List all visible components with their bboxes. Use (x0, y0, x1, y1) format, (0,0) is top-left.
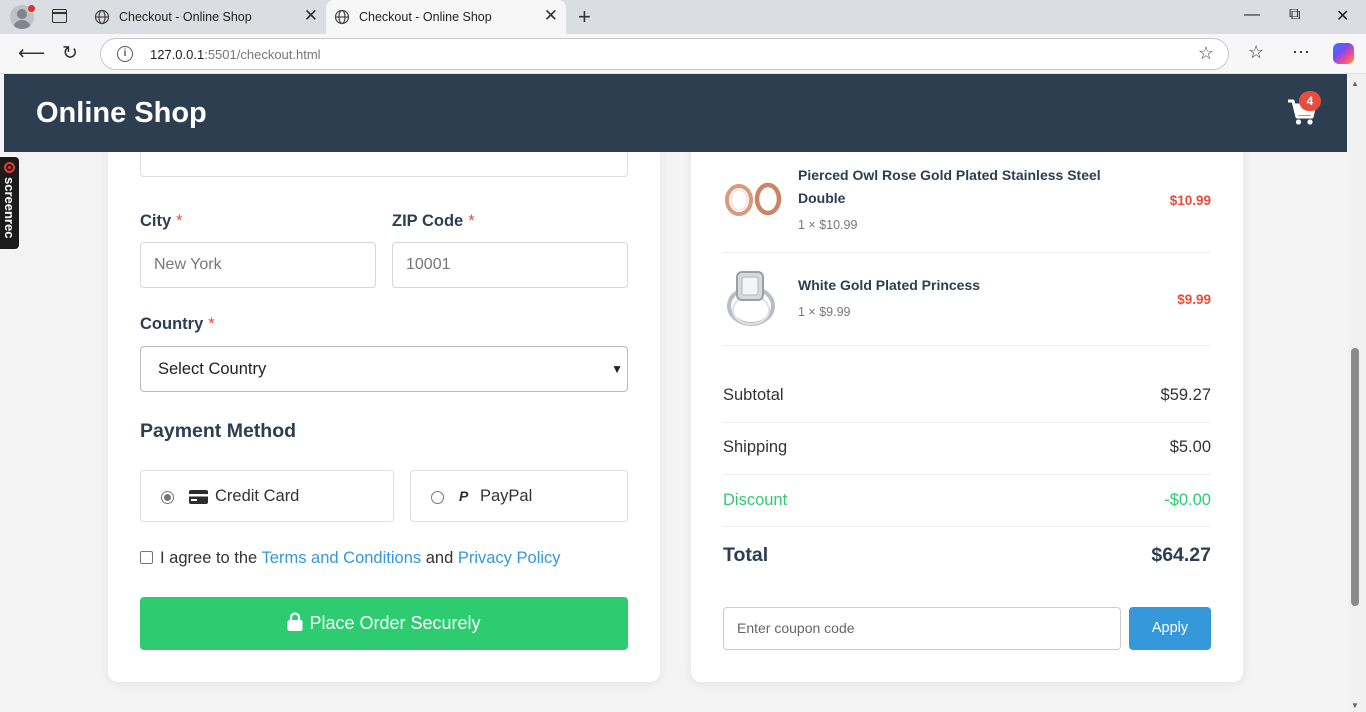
notification-dot (28, 5, 35, 12)
zip-label: ZIP Code * (392, 212, 475, 230)
cart-item-qty: 1 × $9.99 (798, 305, 851, 319)
zip-input[interactable]: 10001 (392, 242, 628, 288)
privacy-link[interactable]: Privacy Policy (458, 549, 561, 567)
more-menu-icon[interactable]: ⋯ (1292, 42, 1310, 63)
cart-item-qty: 1 × $10.99 (798, 218, 858, 232)
country-label: Country * (140, 315, 215, 333)
globe-icon (94, 9, 110, 25)
credit-card-label: Credit Card (215, 487, 300, 505)
scroll-up-icon[interactable]: ▲ (1351, 79, 1359, 88)
agree-checkbox[interactable] (140, 551, 153, 564)
favorites-icon[interactable]: ☆ (1248, 42, 1264, 63)
divider (723, 422, 1211, 423)
close-tab-icon[interactable]: ✕ (304, 6, 318, 26)
url-field[interactable]: i 127.0.0.1:5501/checkout.html ☆ (100, 38, 1229, 70)
cart-item: Pierced Owl Rose Gold Plated Stainless S… (723, 164, 1211, 236)
paypal-label: PayPal (480, 487, 533, 505)
product-image (725, 182, 782, 216)
coupon-input[interactable]: Enter coupon code (723, 607, 1121, 650)
divider (723, 252, 1211, 253)
divider (723, 526, 1211, 527)
country-select-value: Select Country (158, 360, 267, 378)
globe-icon (334, 9, 350, 25)
discount-label: Discount (723, 491, 788, 509)
terms-link[interactable]: Terms and Conditions (262, 549, 422, 567)
discount-value: -$0.00 (1164, 491, 1211, 509)
paypal-radio[interactable] (431, 491, 444, 504)
close-tab-icon[interactable]: ✕ (544, 6, 558, 26)
url-text: 127.0.0.1:5501/checkout.html (150, 47, 321, 62)
cart-item-price: $10.99 (1169, 193, 1211, 208)
browser-tab-bar: Checkout - Online Shop ✕ Checkout - Onli… (0, 0, 1366, 34)
shipping-value: $5.00 (1169, 438, 1211, 456)
site-header: Online Shop 4 (4, 74, 1347, 152)
minimize-icon[interactable]: — (1244, 6, 1260, 24)
tab-actions-icon[interactable] (52, 9, 67, 23)
payment-option-paypal[interactable]: P PayPal (410, 470, 628, 522)
chevron-down-icon: ▼ (611, 362, 623, 376)
browser-tab-2[interactable]: Checkout - Online Shop ✕ (326, 0, 566, 34)
screenrec-label: screenrec (2, 177, 17, 239)
payment-option-credit-card[interactable]: Credit Card (140, 470, 394, 522)
total-label: Total (723, 544, 769, 566)
agree-terms-row: I agree to the Terms and Conditions and … (140, 549, 561, 568)
discount-row: Discount -$0.00 (723, 491, 1211, 510)
cart-count-badge: 4 (1299, 91, 1321, 111)
scrollbar-thumb[interactable] (1351, 348, 1359, 606)
new-tab-icon[interactable]: + (578, 4, 591, 30)
credit-card-radio[interactable] (161, 491, 174, 504)
subtotal-row: Subtotal $59.27 (723, 386, 1211, 405)
address-bar: ⟵ ↻ i 127.0.0.1:5501/checkout.html ☆ ☆ ⋯ (0, 34, 1366, 74)
copilot-icon[interactable] (1333, 43, 1354, 64)
place-order-button[interactable]: Place Order Securely (140, 597, 628, 650)
site-info-icon[interactable]: i (117, 46, 133, 62)
total-value: $64.27 (1151, 544, 1211, 566)
tab-title: Checkout - Online Shop (119, 10, 252, 24)
screenrec-widget[interactable]: screenrec (0, 157, 19, 249)
product-image (727, 271, 775, 326)
record-icon (4, 162, 15, 173)
tab-title: Checkout - Online Shop (359, 10, 492, 24)
scroll-down-icon[interactable]: ▼ (1351, 701, 1359, 710)
reload-icon[interactable]: ↻ (62, 42, 78, 65)
shipping-label: Shipping (723, 438, 788, 456)
cart-item: White Gold Plated Princess 1 × $9.99 $9.… (723, 271, 1211, 334)
payment-method-title: Payment Method (140, 420, 297, 442)
divider (723, 345, 1211, 346)
credit-card-icon (189, 490, 208, 504)
site-logo[interactable]: Online Shop (36, 97, 207, 130)
cart-item-price: $9.99 (1177, 292, 1211, 307)
total-row: Total $64.27 (723, 544, 1211, 567)
place-order-label: Place Order Securely (309, 613, 481, 633)
subtotal-value: $59.27 (1160, 386, 1211, 404)
favorite-star-icon[interactable]: ☆ (1198, 43, 1214, 64)
browser-tab-1[interactable]: Checkout - Online Shop ✕ (86, 0, 326, 34)
city-input[interactable]: New York (140, 242, 376, 288)
shipping-row: Shipping $5.00 (723, 438, 1211, 457)
subtotal-label: Subtotal (723, 386, 784, 404)
country-select[interactable]: Select Country ▼ (140, 346, 628, 392)
restore-icon[interactable]: ⧉ (1289, 6, 1300, 24)
back-icon[interactable]: ⟵ (18, 42, 45, 65)
cart-item-name: Pierced Owl Rose Gold Plated Stainless S… (798, 167, 1101, 206)
apply-coupon-button[interactable]: Apply (1129, 607, 1211, 650)
cart-item-name: White Gold Plated Princess (798, 277, 981, 293)
lock-icon (287, 612, 303, 631)
window-close-icon[interactable]: ✕ (1336, 6, 1349, 26)
city-label: City * (140, 212, 183, 230)
paypal-icon: P (459, 488, 469, 504)
divider (723, 474, 1211, 475)
